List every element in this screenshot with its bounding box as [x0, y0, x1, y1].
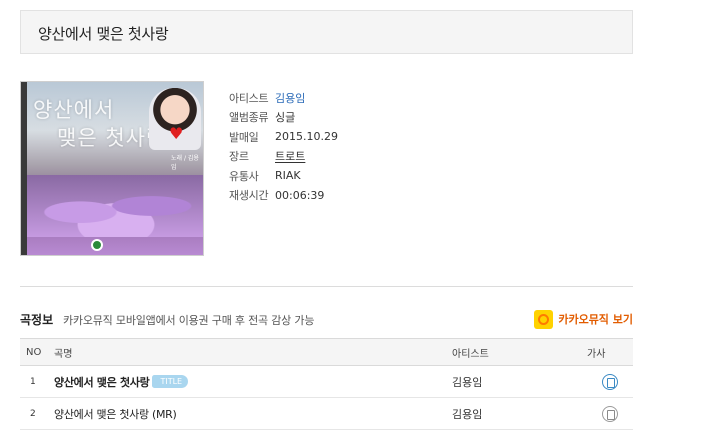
cover-credit: 노래 / 김용임: [171, 155, 199, 171]
meta-value: 싱글: [275, 111, 296, 125]
table-row: 2 양산에서 맺은 첫사랑 (MR) 김용임: [20, 397, 633, 430]
meta-row-distributor: 유통사 RIAK: [229, 166, 338, 186]
track-table: NO 곡명 아티스트 가사 1 양산에서 맺은 첫사랑 TITLE 김용임 2 양…: [20, 338, 633, 430]
tracklist-header: 곡정보 카카오뮤직 모바일앱에서 이용권 구매 후 전곡 감상 가능 카카오뮤직…: [20, 308, 633, 331]
meta-row-release-date: 발매일 2015.10.29: [229, 127, 338, 147]
cover-calligraphy-line1: 양산에서: [33, 98, 115, 122]
flower-field-graphic: [27, 175, 203, 237]
track-title[interactable]: 양산에서 맺은 첫사랑 (MR): [54, 408, 177, 421]
meta-label: 유통사: [229, 169, 259, 183]
lyrics-icon[interactable]: [602, 373, 618, 390]
lyrics-icon[interactable]: [602, 405, 618, 422]
heart-icon: ♥: [169, 124, 184, 143]
col-lyrics: 가사: [587, 348, 606, 360]
meta-value: RIAK: [275, 169, 301, 183]
meta-label: 발매일: [229, 130, 259, 144]
track-number: 1: [20, 365, 54, 398]
meta-label: 아티스트: [229, 91, 269, 105]
genre-link[interactable]: 트로트: [275, 148, 305, 164]
meta-row-album-type: 앨범종류 싱글: [229, 108, 338, 128]
section-divider: [20, 286, 633, 287]
col-no: NO: [26, 346, 42, 358]
section-label: 곡정보: [20, 313, 54, 327]
track-title[interactable]: 양산에서 맺은 첫사랑: [54, 376, 150, 389]
kakao-music-button[interactable]: 카카오뮤직 보기: [534, 308, 633, 330]
track-artist[interactable]: 김용임: [452, 365, 587, 398]
title-badge: TITLE: [152, 374, 189, 388]
col-title: 곡명: [54, 348, 73, 360]
track-number: 2: [20, 397, 54, 430]
kakao-music-label: 카카오뮤직 보기: [558, 313, 633, 326]
artist-link[interactable]: 김용임: [275, 90, 305, 106]
meta-label: 재생시간: [229, 189, 269, 203]
meta-value: 00:06:39: [275, 188, 325, 202]
meta-row-artist: 아티스트 김용임: [229, 88, 338, 108]
meta-row-duration: 재생시간 00:06:39: [229, 186, 338, 206]
album-title-bar: 양산에서 맺은 첫사랑: [20, 10, 633, 54]
meta-label: 장르: [229, 150, 249, 164]
album-cover-image[interactable]: 양산에서 맺은 첫사랑 ♥ 노래 / 김용임: [20, 81, 204, 256]
table-row: 1 양산에서 맺은 첫사랑 TITLE 김용임: [20, 365, 633, 398]
kakao-music-icon: [534, 309, 554, 329]
meta-label: 앨범종류: [229, 111, 269, 125]
track-artist[interactable]: 김용임: [452, 397, 587, 430]
label-logo-icon: [91, 239, 103, 251]
album-meta: 아티스트 김용임 앨범종류 싱글 발매일 2015.10.29 장르 트로트 유…: [229, 88, 338, 205]
tracklist-note: 카카오뮤직 모바일앱에서 이용권 구매 후 전곡 감상 가능: [63, 314, 315, 327]
meta-row-genre: 장르 트로트: [229, 147, 338, 167]
table-header-row: NO 곡명 아티스트 가사: [20, 338, 633, 366]
col-artist: 아티스트: [452, 348, 489, 360]
meta-value: 2015.10.29: [275, 130, 338, 144]
album-title: 양산에서 맺은 첫사랑: [38, 25, 169, 43]
